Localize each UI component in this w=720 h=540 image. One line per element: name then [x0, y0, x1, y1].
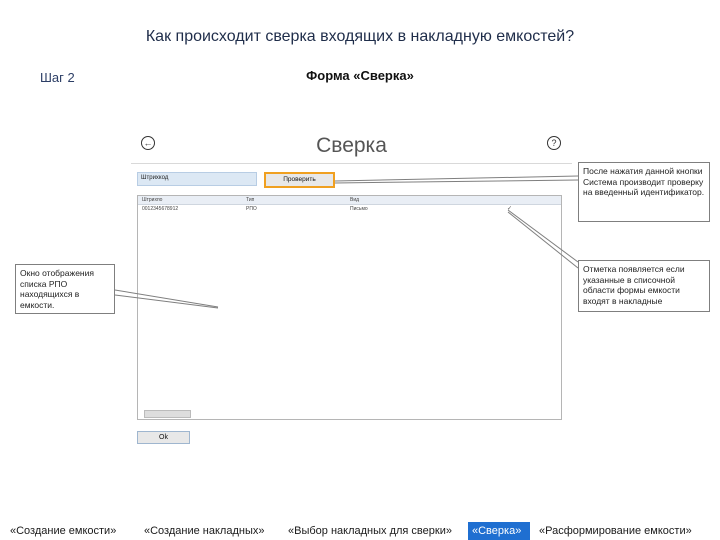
column-header[interactable]: Тип — [246, 197, 254, 203]
check-icon: ✓ — [507, 206, 513, 212]
window-title: Сверка — [316, 134, 387, 157]
column-header[interactable]: Вид — [350, 197, 359, 203]
breadcrumb-step-create-invoices[interactable]: «Создание накладных» — [140, 522, 280, 540]
process-breadcrumb: «Создание емкости» «Создание накладных» … — [0, 522, 720, 540]
slide-title: Как происходит сверка входящих в накладн… — [145, 28, 575, 45]
grid-header: Штрихпо Тип Вид — [138, 196, 561, 205]
callout-check-button: После нажатия данной кнопки Система прои… — [578, 162, 710, 222]
question-icon[interactable]: ? — [547, 136, 561, 150]
form-title: Форма «Сверка» — [306, 68, 414, 83]
rpo-list-grid[interactable]: Штрихпо Тип Вид 0012345678912 РПО Письмо… — [137, 195, 562, 420]
table-cell: 0012345678912 — [142, 206, 179, 212]
breadcrumb-step-create-container[interactable]: «Создание емкости» — [6, 522, 134, 540]
table-cell: РПО — [246, 206, 257, 212]
column-header[interactable]: Штрихпо — [142, 197, 162, 203]
horizontal-scrollbar[interactable] — [144, 410, 191, 418]
check-button[interactable]: Проверить — [264, 172, 335, 188]
table-row[interactable]: 0012345678912 РПО Письмо ✓ — [138, 206, 561, 213]
callout-mark: Отметка появляется если указанные в спис… — [578, 260, 710, 312]
breadcrumb-step-select-invoices[interactable]: «Выбор накладных для сверки» — [284, 522, 464, 540]
breadcrumb-step-disband-container[interactable]: «Расформирование емкости» — [535, 522, 715, 540]
table-cell: Письмо — [350, 206, 368, 212]
breadcrumb-step-sverka[interactable]: «Сверка» — [468, 522, 530, 540]
identifier-input[interactable]: Штрихкод — [137, 172, 257, 186]
ok-button[interactable]: Ok — [137, 431, 190, 444]
callout-list: Окно отображения списка РПО находящихся … — [15, 264, 115, 314]
